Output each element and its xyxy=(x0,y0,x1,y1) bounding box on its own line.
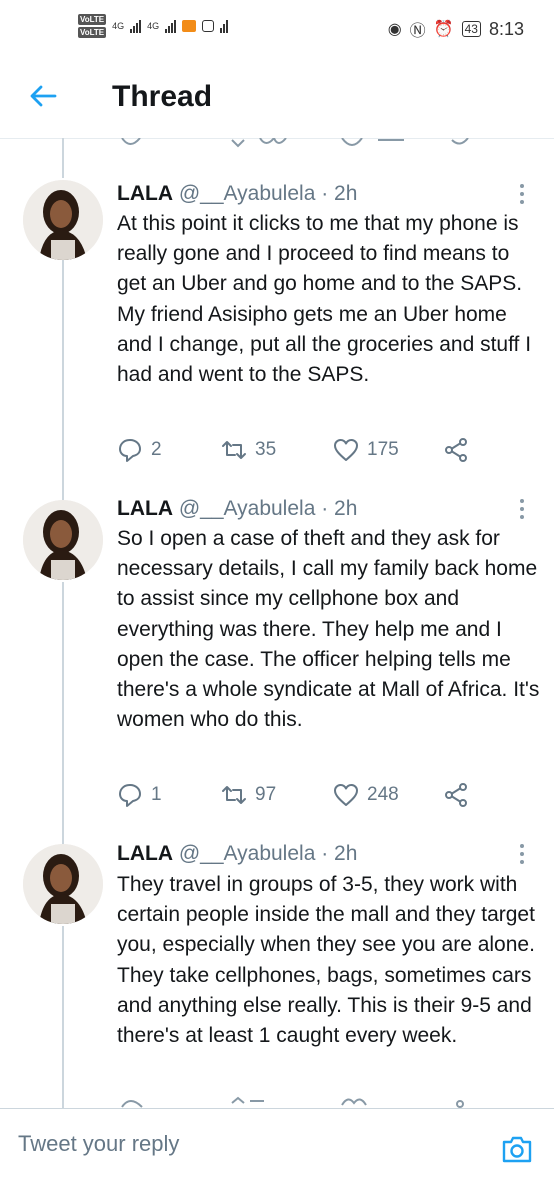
like-button[interactable]: 175 xyxy=(333,437,399,463)
share-button[interactable] xyxy=(443,782,469,808)
author-name[interactable]: LALA xyxy=(117,842,173,865)
avatar[interactable] xyxy=(23,844,103,924)
tweet-header: LALA @__Ayabulela · 2h xyxy=(117,497,357,521)
thread-connector xyxy=(62,138,64,178)
back-arrow-icon[interactable] xyxy=(27,80,59,112)
like-icon xyxy=(334,784,358,806)
network-type: 4G xyxy=(112,21,125,31)
like-button[interactable]: 248 xyxy=(333,782,399,808)
tweet-text: They travel in groups of 3-5, they work … xyxy=(117,873,535,1048)
reply-count: 1 xyxy=(151,784,162,805)
wifi-signal-icon xyxy=(220,19,229,33)
like-count: 175 xyxy=(367,439,399,460)
retweet-button[interactable]: 35 xyxy=(221,437,276,463)
tweet-actions-partial xyxy=(0,1095,554,1109)
author-name[interactable]: LALA xyxy=(117,497,173,520)
retweet-icon xyxy=(222,786,246,804)
reply-count: 2 xyxy=(151,439,162,460)
reply-button[interactable]: 2 xyxy=(117,437,162,463)
tweet-time: · 2h xyxy=(321,182,358,205)
status-right: ◉ Ⓝ ⏰ 43 8:13 xyxy=(388,17,524,41)
like-icon xyxy=(334,439,358,461)
reply-button[interactable]: 1 xyxy=(117,782,162,808)
retweet-count: 97 xyxy=(255,784,277,805)
retweet-count: 35 xyxy=(255,439,277,460)
battery-icon: 43 xyxy=(461,21,481,37)
reply-icon xyxy=(119,784,141,807)
share-button[interactable] xyxy=(443,437,469,463)
like-count: 248 xyxy=(367,784,399,805)
nfc-icon: Ⓝ xyxy=(409,23,426,40)
avatar[interactable] xyxy=(23,500,103,580)
author-handle[interactable]: @__Ayabulela xyxy=(179,497,316,520)
retweet-icon xyxy=(222,441,246,459)
share-icon xyxy=(445,783,467,807)
volte-badge: VoLTE xyxy=(78,27,107,38)
tweet-actions: 2 35 175 xyxy=(117,437,537,467)
author-name[interactable]: LALA xyxy=(117,182,173,205)
share-icon xyxy=(445,438,467,462)
retweet-button[interactable]: 97 xyxy=(221,782,276,808)
volte-badges: VoLTE VoLTE xyxy=(78,14,107,38)
network-type: 4G xyxy=(147,21,160,31)
eye-icon: ◉ xyxy=(387,21,402,38)
camera-icon[interactable] xyxy=(500,1132,534,1166)
page-title: Thread xyxy=(112,80,213,113)
author-handle[interactable]: @__Ayabulela xyxy=(179,182,316,205)
thread-connector xyxy=(62,582,64,844)
signal-icon xyxy=(165,19,177,33)
status-bar: VoLTE VoLTE 4G 4G ◉ Ⓝ ⏰ 43 8:13 xyxy=(0,0,554,54)
previous-tweet-actions xyxy=(0,138,554,152)
tweet-text: So I open a case of theft and they ask f… xyxy=(117,527,540,732)
tweet-time: · 2h xyxy=(321,497,358,520)
more-vertical-icon[interactable] xyxy=(517,499,527,523)
tweet-actions: 1 97 248 xyxy=(117,782,537,812)
notification-app-icon xyxy=(182,20,197,32)
more-vertical-icon[interactable] xyxy=(517,184,527,208)
clock: 8:13 xyxy=(488,18,524,39)
reply-icon xyxy=(119,439,141,462)
author-handle[interactable]: @__Ayabulela xyxy=(179,842,316,865)
thread-connector xyxy=(62,260,64,500)
app-header: Thread xyxy=(0,54,554,139)
avatar[interactable] xyxy=(23,180,103,260)
tweet-text: At this point it clicks to me that my ph… xyxy=(117,212,532,387)
status-left: VoLTE VoLTE 4G 4G xyxy=(78,14,229,38)
signal-icon xyxy=(130,19,142,33)
tweet-header: LALA @__Ayabulela · 2h xyxy=(117,182,357,206)
volte-badge: VoLTE xyxy=(78,14,107,25)
more-vertical-icon[interactable] xyxy=(517,844,527,868)
reply-input[interactable]: Tweet your reply xyxy=(18,1131,478,1157)
tweet-header: LALA @__Ayabulela · 2h xyxy=(117,842,357,866)
reply-bar: Tweet your reply xyxy=(0,1108,554,1187)
thread-connector xyxy=(62,926,64,1108)
tweet-time: · 2h xyxy=(321,842,358,865)
instagram-icon xyxy=(202,20,215,32)
alarm-icon: ⏰ xyxy=(433,21,454,38)
